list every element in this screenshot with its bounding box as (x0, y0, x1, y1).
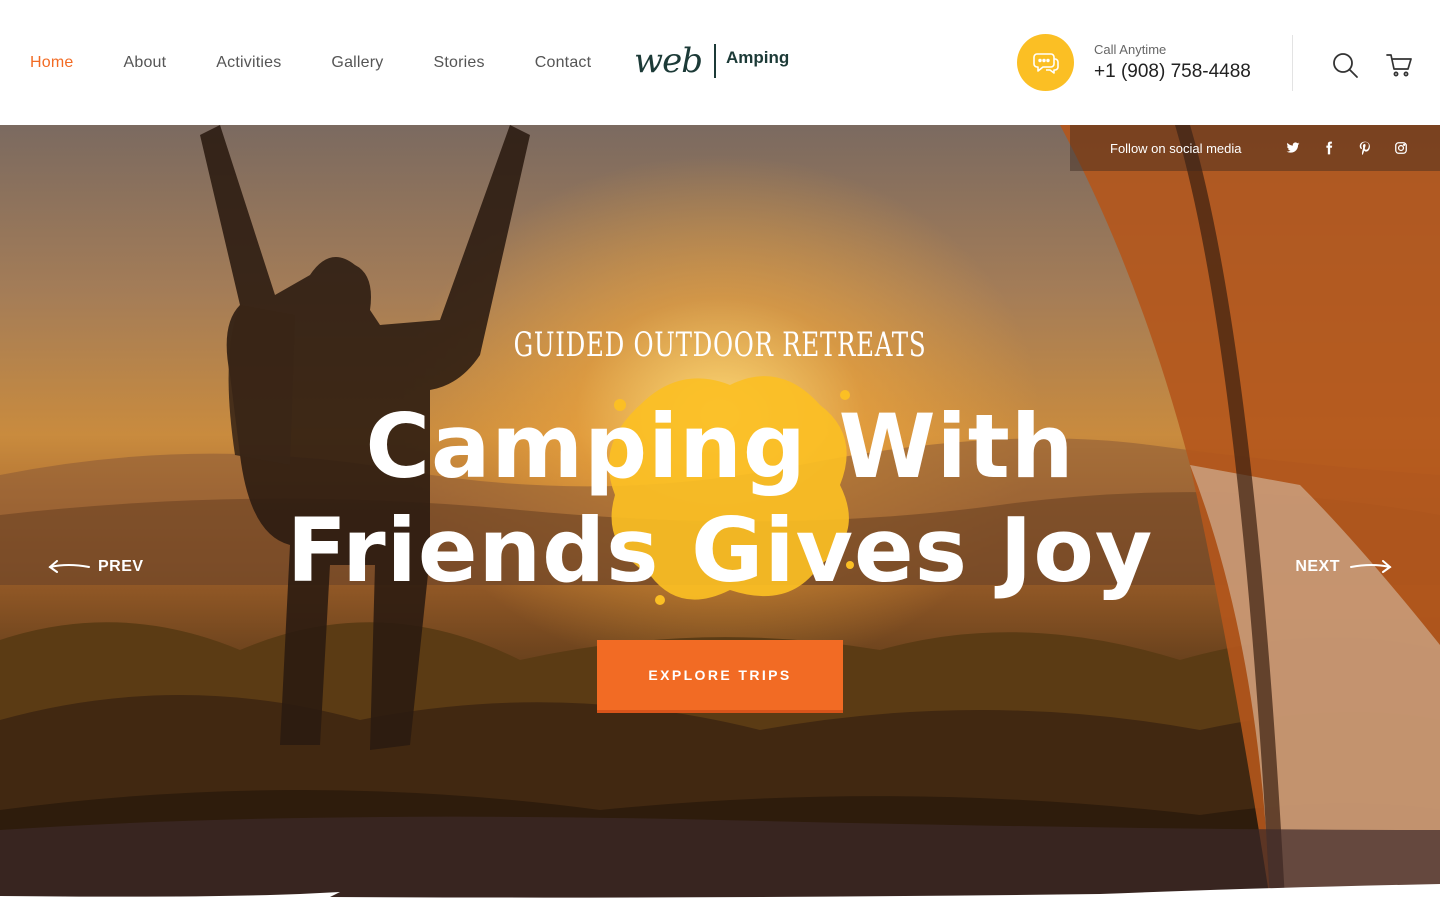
nav-item-activities[interactable]: Activities (216, 54, 281, 72)
instagram-icon[interactable] (1394, 141, 1408, 155)
brush-stroke-divider (0, 884, 1440, 900)
nav-item-home[interactable]: Home (30, 54, 73, 72)
logo-word: Amping (726, 48, 790, 67)
nav-item-gallery[interactable]: Gallery (331, 54, 383, 72)
prev-slide-button[interactable]: PREV (48, 558, 144, 576)
phone-number[interactable]: +1 (908) 758-4488 (1094, 61, 1251, 83)
logo-divider (714, 44, 716, 78)
next-slide-button[interactable]: NEXT (1295, 558, 1392, 576)
site-logo[interactable]: web Amping (634, 40, 789, 82)
explore-trips-button[interactable]: EXPLORE TRIPS (597, 640, 843, 713)
hero-title-line-1: Camping With (365, 395, 1075, 498)
hero-title-line-2: Friends Gives Joy (286, 499, 1154, 602)
header-divider (1292, 35, 1293, 91)
social-label: Follow on social media (1110, 140, 1242, 156)
arrow-right-icon (1350, 560, 1392, 573)
call-info: Call Anytime +1 (908) 758-4488 (1094, 42, 1251, 83)
main-nav: Home About Activities Gallery Stories Co… (30, 0, 591, 125)
pinterest-icon[interactable] (1358, 141, 1372, 155)
call-label: Call Anytime (1094, 42, 1167, 57)
social-bar: Follow on social media (1070, 125, 1440, 171)
facebook-icon[interactable] (1322, 141, 1336, 155)
nav-item-about[interactable]: About (123, 54, 166, 72)
hero-slider: Follow on social media GUIDED OUTDOOR RE… (0, 125, 1440, 900)
prev-label: PREV (98, 558, 144, 575)
nav-item-contact[interactable]: Contact (535, 54, 592, 72)
cart-icon[interactable] (1385, 51, 1413, 79)
logo-script: web (634, 41, 703, 81)
twitter-icon[interactable] (1286, 141, 1300, 155)
next-label: NEXT (1295, 558, 1340, 575)
search-icon[interactable] (1331, 51, 1359, 79)
nav-item-stories[interactable]: Stories (434, 54, 485, 72)
hero-title: Camping With Friends Gives Joy (0, 395, 1440, 603)
hero-subtitle: GUIDED OUTDOOR RETREATS (513, 325, 927, 365)
site-header: Home About Activities Gallery Stories Co… (0, 0, 1440, 125)
arrow-left-icon (48, 560, 90, 573)
chat-bubble-icon[interactable] (1017, 34, 1074, 91)
